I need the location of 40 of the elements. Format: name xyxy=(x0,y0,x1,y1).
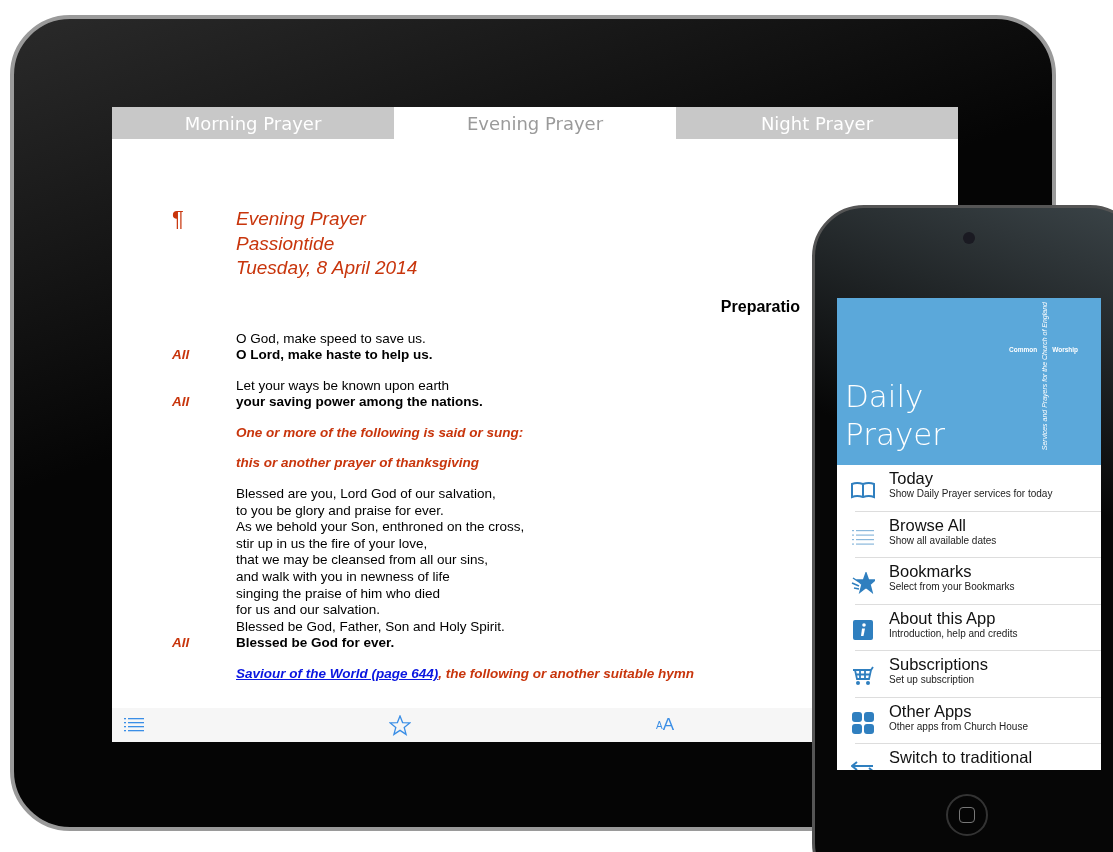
menu-subtitle: Set up subscription xyxy=(889,674,976,686)
liturgy-line: for us and our salvation. xyxy=(236,602,381,619)
menu-title: Today xyxy=(889,469,935,488)
menu-title: Bookmarks xyxy=(889,562,973,581)
liturgy-line: that we may be cleansed from all our sins, xyxy=(236,552,489,570)
service-heading: Tuesday, 8 April 2014 xyxy=(236,256,418,280)
service-heading: Passiontide xyxy=(236,231,336,256)
liturgy-line: As we behold your Son, enthroned on the cross, xyxy=(236,519,525,536)
app-title: Prayer xyxy=(845,415,946,453)
menu-title: Browse All xyxy=(889,515,968,535)
section-title: Preparatio xyxy=(720,296,800,317)
response-label: All xyxy=(172,394,190,410)
liturgy-line: Blessed be God, Father, Son and Holy Spirit. xyxy=(236,618,505,636)
response-line: O Lord, make haste to help us. xyxy=(236,347,433,364)
menu-subtitle: Other apps from Church House xyxy=(889,720,1028,733)
menu-title: Other Apps xyxy=(889,701,973,721)
liturgy-line: Blessed are you, Lord God of our salvation, xyxy=(236,486,496,503)
response-label: All xyxy=(172,635,190,651)
rubric-text: , the following or another suitable hymn xyxy=(438,666,695,683)
rubric-text: this or another prayer of thanksgiving xyxy=(236,455,480,473)
app-title: Daily xyxy=(845,377,924,415)
menu-subtitle: Show Daily Prayer services for today xyxy=(889,488,1053,500)
response-label: All xyxy=(172,347,190,363)
rubric-text: One or more of the following is said or sung: xyxy=(236,424,524,442)
menu-title: Switch to traditional xyxy=(889,748,1033,767)
menu-subtitle: Select from your Bookmarks xyxy=(889,581,1015,593)
liturgy-line: to you be glory and praise for ever. xyxy=(236,502,444,520)
liturgy-line: O God, make speed to save us. xyxy=(236,330,426,348)
liturgy-line: stir up in us the fire of your love, xyxy=(236,535,428,553)
menu-subtitle: Introduction, help and credits xyxy=(889,627,1018,640)
pilcrow-mark: ¶ xyxy=(172,207,185,233)
liturgy-line: and walk with you in newness of life xyxy=(236,569,450,586)
response-line: your saving power among the nations. xyxy=(236,394,483,411)
response-line: Blessed be God for ever. xyxy=(236,635,395,652)
service-heading: Evening Prayer xyxy=(236,207,368,231)
liturgy-line: singing the praise of him who died xyxy=(236,585,441,603)
menu-title: Subscriptions xyxy=(889,655,989,674)
liturgy-line: Let your ways be known upon earth xyxy=(236,377,450,395)
menu-title: About this App xyxy=(889,608,997,628)
menu-subtitle: Show all available dates xyxy=(889,534,997,547)
